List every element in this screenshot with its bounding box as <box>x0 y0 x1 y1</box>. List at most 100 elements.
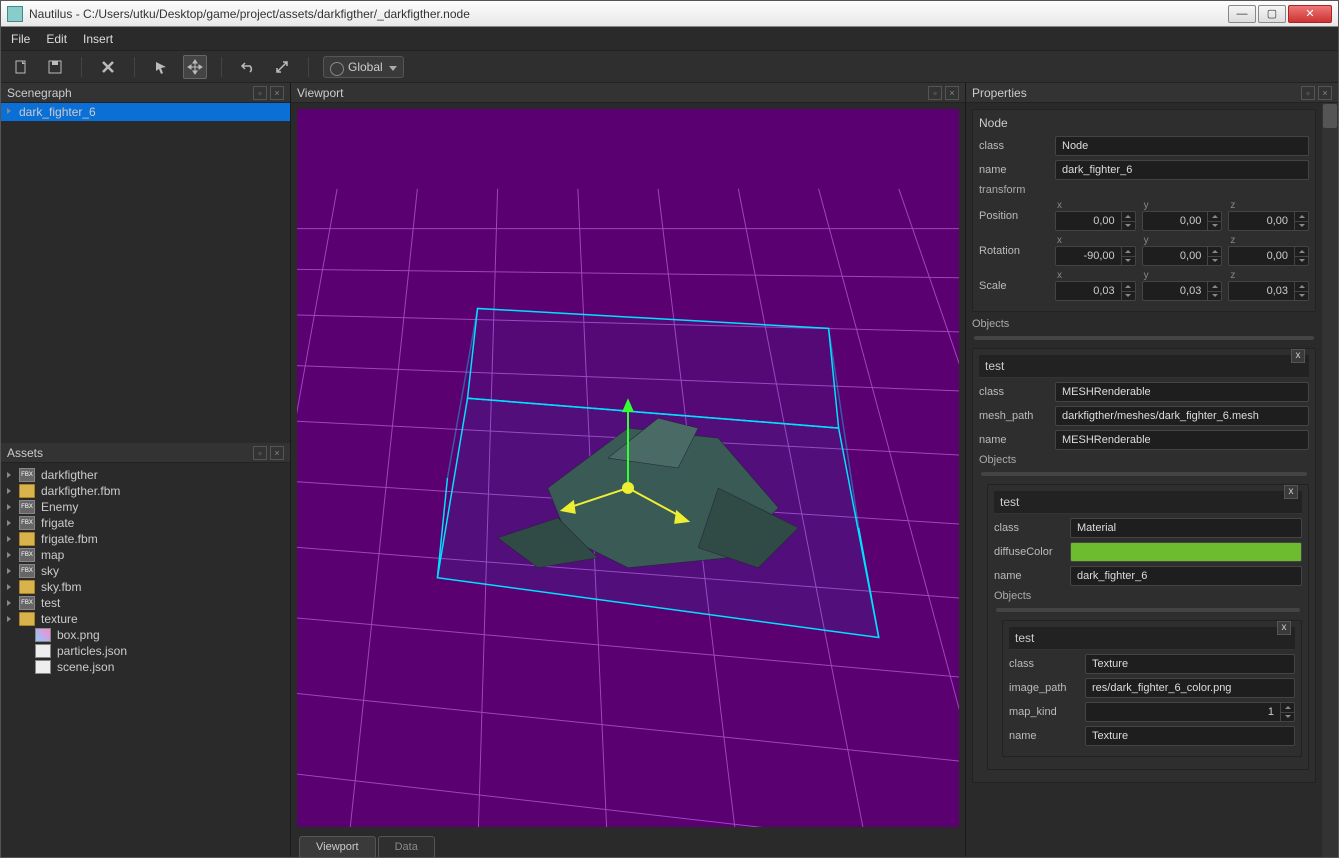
panel-float-icon[interactable]: ▫ <box>253 86 267 100</box>
mesh-objects-slider[interactable] <box>981 472 1307 476</box>
select-tool-button[interactable] <box>149 55 173 79</box>
panel-close-icon[interactable]: × <box>1318 86 1332 100</box>
asset-item[interactable]: FBXfrigate <box>1 515 290 531</box>
save-button[interactable] <box>43 55 67 79</box>
node-section: Node class Node name dark_fighter_6 tran… <box>972 109 1316 312</box>
coordinate-space-dropdown[interactable]: Global <box>323 56 404 78</box>
rotation-z-field[interactable]: 0,00 <box>1228 246 1309 266</box>
image-path-field[interactable]: res/dark_fighter_6_color.png <box>1085 678 1295 698</box>
image-path-label: image_path <box>1009 682 1079 694</box>
scale-x-field[interactable]: 0,03 <box>1055 281 1136 301</box>
material-section: test x class Material diffuseColor <box>987 484 1309 770</box>
panel-close-icon[interactable]: × <box>270 86 284 100</box>
fbx-icon: FBX <box>19 548 35 562</box>
asset-item-label: darkfigther.fbm <box>41 484 120 498</box>
diffuse-color-swatch[interactable] <box>1070 542 1302 562</box>
node-name-label: name <box>979 164 1049 176</box>
position-y-field[interactable]: 0,00 <box>1142 211 1223 231</box>
asset-item[interactable]: particles.json <box>1 643 290 659</box>
viewport-grid <box>297 109 959 827</box>
menu-insert[interactable]: Insert <box>83 32 113 46</box>
panel-float-icon[interactable]: ▫ <box>1301 86 1315 100</box>
spinner-icon[interactable] <box>1121 247 1135 265</box>
delete-button[interactable] <box>96 55 120 79</box>
scale-z-field[interactable]: 0,03 <box>1228 281 1309 301</box>
rotation-x-field[interactable]: -90,00 <box>1055 246 1136 266</box>
position-z-field[interactable]: 0,00 <box>1228 211 1309 231</box>
move-tool-button[interactable] <box>183 55 207 79</box>
asset-item[interactable]: scene.json <box>1 659 290 675</box>
texture-name-field[interactable]: Texture <box>1085 726 1295 746</box>
axis-label: z <box>1228 200 1309 211</box>
window-close-button[interactable]: ✕ <box>1288 5 1332 23</box>
material-name-label: name <box>994 570 1064 582</box>
panel-float-icon[interactable]: ▫ <box>253 446 267 460</box>
remove-texture-button[interactable]: x <box>1277 621 1291 635</box>
scenegraph-panel: Scenegraph ▫ × dark_fighter_6 <box>1 83 290 443</box>
material-objects-slider[interactable] <box>996 608 1300 612</box>
window-minimize-button[interactable]: — <box>1228 5 1256 23</box>
tab-data[interactable]: Data <box>378 836 435 857</box>
properties-scrollbar[interactable] <box>1322 103 1338 857</box>
asset-item[interactable]: FBXsky <box>1 563 290 579</box>
undo-button[interactable] <box>236 55 260 79</box>
asset-item-label: texture <box>41 612 78 626</box>
asset-item[interactable]: darkfigther.fbm <box>1 483 290 499</box>
node-name-field[interactable]: dark_fighter_6 <box>1055 160 1309 180</box>
spinner-icon[interactable] <box>1207 247 1221 265</box>
spinner-icon[interactable] <box>1294 247 1308 265</box>
scenegraph-tree[interactable]: dark_fighter_6 <box>1 103 290 443</box>
spinner-icon[interactable] <box>1121 212 1135 230</box>
viewport-3d[interactable] <box>297 109 959 827</box>
panel-float-icon[interactable]: ▫ <box>928 86 942 100</box>
mesh-name-field[interactable]: MESHRenderable <box>1055 430 1309 450</box>
objects-slider[interactable] <box>974 336 1314 340</box>
spinner-icon[interactable] <box>1294 282 1308 300</box>
asset-item[interactable]: FBXEnemy <box>1 499 290 515</box>
map-kind-field[interactable]: 1 <box>1085 702 1295 722</box>
window-maximize-button[interactable]: ▢ <box>1258 5 1286 23</box>
mesh-path-field[interactable]: darkfigther/meshes/dark_fighter_6.mesh <box>1055 406 1309 426</box>
rotation-y-field[interactable]: 0,00 <box>1142 246 1223 266</box>
viewport-header: Viewport ▫ × <box>291 83 965 103</box>
node-class-field[interactable]: Node <box>1055 136 1309 156</box>
asset-item[interactable]: FBX map <box>1 547 290 563</box>
menu-file[interactable]: File <box>11 32 30 46</box>
asset-item[interactable]: box.png <box>1 627 290 643</box>
remove-object-button[interactable]: x <box>1291 349 1305 363</box>
scale-y-field[interactable]: 0,03 <box>1142 281 1223 301</box>
diffuse-color-label: diffuseColor <box>994 546 1064 558</box>
asset-item-label: map <box>41 548 64 562</box>
remove-material-button[interactable]: x <box>1284 485 1298 499</box>
properties-header: Properties ▫ × <box>966 83 1338 103</box>
axis-label: x <box>1055 200 1136 211</box>
asset-item[interactable]: FBXtest <box>1 595 290 611</box>
asset-item-label: frigate <box>41 516 74 530</box>
asset-item[interactable]: texture <box>1 611 290 627</box>
scenegraph-title: Scenegraph <box>7 86 72 100</box>
spinner-icon[interactable] <box>1207 282 1221 300</box>
panel-close-icon[interactable]: × <box>945 86 959 100</box>
scale-tool-button[interactable] <box>270 55 294 79</box>
position-x-field[interactable]: 0,00 <box>1055 211 1136 231</box>
asset-item[interactable]: FBXdarkfigther <box>1 467 290 483</box>
map-kind-label: map_kind <box>1009 706 1079 718</box>
tab-viewport[interactable]: Viewport <box>299 836 376 857</box>
spinner-icon[interactable] <box>1294 212 1308 230</box>
mesh-class-field[interactable]: MESHRenderable <box>1055 382 1309 402</box>
asset-item[interactable]: frigate.fbm <box>1 531 290 547</box>
spinner-icon[interactable] <box>1207 212 1221 230</box>
fbx-icon: FBX <box>19 468 35 482</box>
texture-class-label: class <box>1009 658 1079 670</box>
asset-item[interactable]: sky.fbm <box>1 579 290 595</box>
new-file-button[interactable] <box>9 55 33 79</box>
spinner-icon[interactable] <box>1121 282 1135 300</box>
menu-edit[interactable]: Edit <box>46 32 67 46</box>
panel-close-icon[interactable]: × <box>270 446 284 460</box>
material-name-field[interactable]: dark_fighter_6 <box>1070 566 1302 586</box>
asset-item-label: frigate.fbm <box>41 532 98 546</box>
material-class-field[interactable]: Material <box>1070 518 1302 538</box>
scenegraph-item-dark-fighter[interactable]: dark_fighter_6 <box>1 103 290 121</box>
texture-class-field[interactable]: Texture <box>1085 654 1295 674</box>
assets-tree[interactable]: FBXdarkfigtherdarkfigther.fbmFBXEnemyFBX… <box>1 463 290 857</box>
